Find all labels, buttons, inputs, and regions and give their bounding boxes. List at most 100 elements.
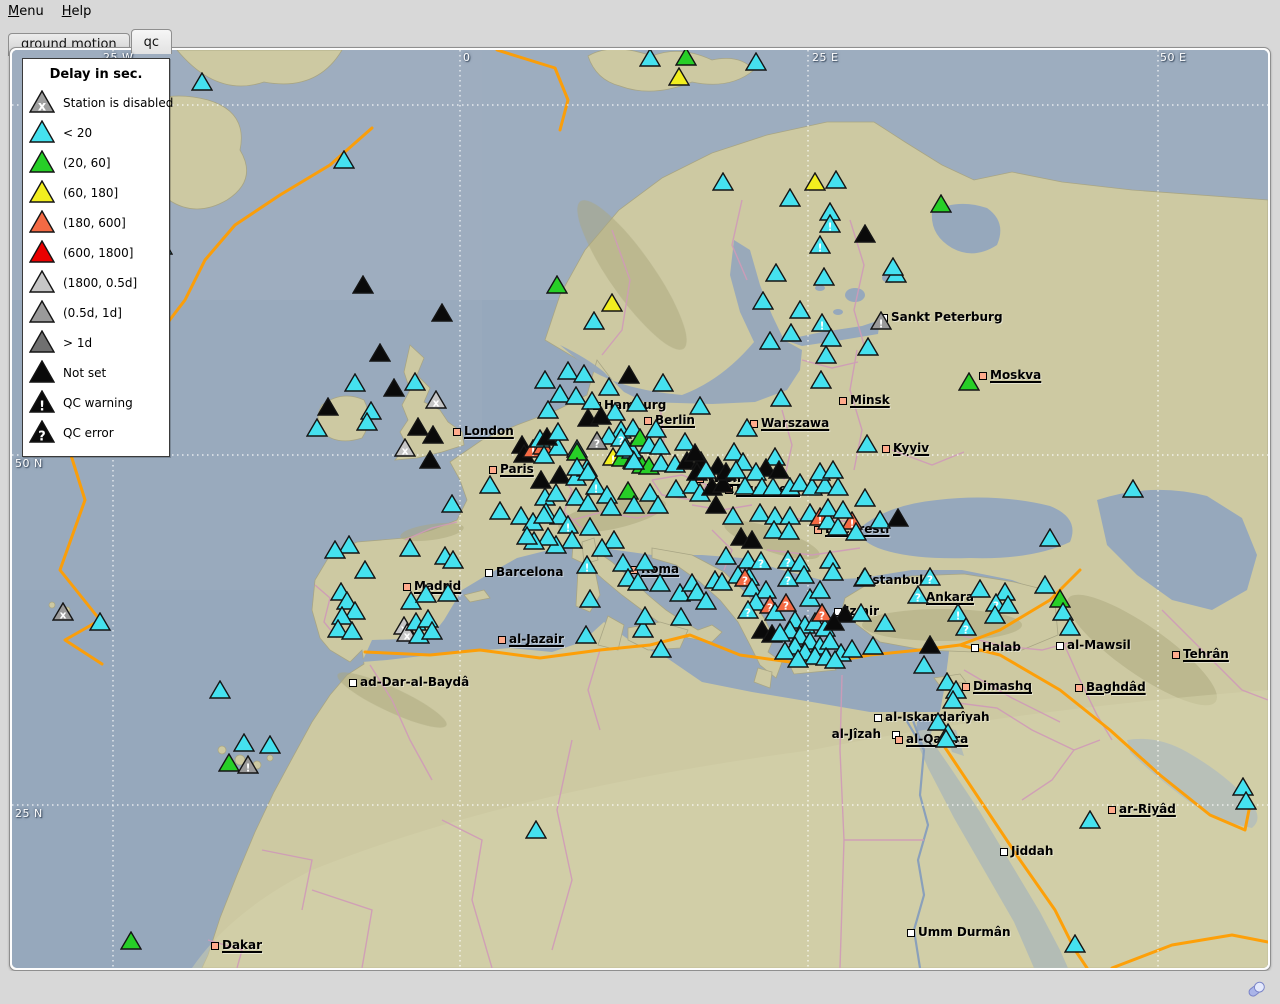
- station-marker[interactable]: [804, 172, 826, 191]
- station-marker[interactable]: [209, 680, 231, 699]
- menu-item-menu[interactable]: Menu: [0, 1, 54, 22]
- station-marker[interactable]: [815, 345, 837, 364]
- station-marker[interactable]: [689, 396, 711, 415]
- station-marker[interactable]: [1235, 791, 1257, 810]
- station-marker[interactable]: [645, 419, 667, 438]
- station-marker[interactable]: [546, 275, 568, 294]
- station-marker[interactable]: [711, 572, 733, 591]
- station-marker[interactable]: [354, 560, 376, 579]
- station-marker[interactable]: [441, 494, 463, 513]
- station-marker[interactable]: [913, 655, 935, 674]
- station-marker[interactable]: [825, 170, 847, 189]
- station-marker[interactable]: !: [870, 311, 892, 330]
- station-marker[interactable]: [930, 194, 952, 213]
- station-marker[interactable]: [415, 584, 437, 603]
- station-marker[interactable]: x: [394, 438, 416, 457]
- station-marker[interactable]: [832, 500, 854, 519]
- station-marker[interactable]: [770, 388, 792, 407]
- station-marker[interactable]: [233, 733, 255, 752]
- station-marker[interactable]: [882, 257, 904, 276]
- station-marker[interactable]: ?: [919, 567, 941, 586]
- station-marker[interactable]: [1122, 479, 1144, 498]
- station-marker[interactable]: [306, 418, 328, 437]
- station-marker[interactable]: [695, 460, 717, 479]
- station-marker[interactable]: [810, 370, 832, 389]
- station-marker[interactable]: [841, 639, 863, 658]
- station-marker[interactable]: [591, 538, 613, 557]
- station-marker[interactable]: [778, 521, 800, 540]
- station-marker[interactable]: !: [809, 235, 831, 254]
- station-marker[interactable]: [1064, 934, 1086, 953]
- station-marker[interactable]: [623, 451, 645, 470]
- station-marker[interactable]: [341, 621, 363, 640]
- size-grip-icon[interactable]: [1246, 979, 1268, 999]
- station-marker[interactable]: ?: [955, 617, 977, 636]
- station-marker[interactable]: [715, 546, 737, 565]
- station-marker[interactable]: x: [425, 390, 447, 409]
- station-marker[interactable]: [856, 434, 878, 453]
- station-marker[interactable]: [419, 450, 441, 469]
- station-marker[interactable]: [627, 572, 649, 591]
- station-marker[interactable]: [759, 331, 781, 350]
- station-marker[interactable]: [712, 172, 734, 191]
- station-marker[interactable]: [670, 607, 692, 626]
- station-marker[interactable]: [431, 303, 453, 322]
- station-marker[interactable]: [547, 422, 569, 441]
- station-marker[interactable]: [887, 508, 909, 527]
- station-marker[interactable]: [822, 562, 844, 581]
- station-marker[interactable]: [789, 300, 811, 319]
- station-marker[interactable]: [191, 72, 213, 91]
- station-marker[interactable]: [854, 224, 876, 243]
- station-marker[interactable]: [344, 373, 366, 392]
- station-marker[interactable]: [525, 820, 547, 839]
- station-marker[interactable]: [779, 188, 801, 207]
- station-marker[interactable]: [579, 589, 601, 608]
- station-marker[interactable]: [787, 649, 809, 668]
- station-marker[interactable]: [516, 526, 538, 545]
- station-marker[interactable]: [533, 505, 555, 524]
- station-marker[interactable]: [919, 635, 941, 654]
- station-marker[interactable]: [1059, 617, 1081, 636]
- station-marker[interactable]: [317, 397, 339, 416]
- station-marker[interactable]: [618, 365, 640, 384]
- station-marker[interactable]: !: [237, 755, 259, 774]
- station-marker[interactable]: [736, 418, 758, 437]
- station-marker[interactable]: !: [819, 214, 841, 233]
- station-marker[interactable]: [845, 522, 867, 541]
- station-marker[interactable]: [1039, 528, 1061, 547]
- map-canvas[interactable]: 25 W025 E50 E50 N25 N London Paris Madri…: [12, 50, 1268, 968]
- station-marker[interactable]: [675, 50, 697, 66]
- station-marker[interactable]: [399, 538, 421, 557]
- station-marker[interactable]: [854, 567, 876, 586]
- station-marker[interactable]: [780, 323, 802, 342]
- station-marker[interactable]: [590, 406, 612, 425]
- station-marker[interactable]: [809, 580, 831, 599]
- station-marker[interactable]: [442, 550, 464, 569]
- station-marker[interactable]: [479, 475, 501, 494]
- station-marker[interactable]: [752, 291, 774, 310]
- station-marker[interactable]: [942, 690, 964, 709]
- station-marker[interactable]: [935, 729, 957, 748]
- station-marker[interactable]: [356, 412, 378, 431]
- station-marker[interactable]: [537, 400, 559, 419]
- station-marker[interactable]: ?: [777, 568, 799, 587]
- station-marker[interactable]: [862, 636, 884, 655]
- station-marker[interactable]: x: [52, 602, 74, 621]
- station-marker[interactable]: [404, 372, 426, 391]
- station-marker[interactable]: [383, 378, 405, 397]
- station-marker[interactable]: [421, 621, 443, 640]
- station-marker[interactable]: [857, 337, 879, 356]
- station-marker[interactable]: [650, 639, 672, 658]
- station-marker[interactable]: !: [576, 555, 598, 574]
- station-marker[interactable]: [649, 573, 671, 592]
- station-marker[interactable]: [695, 591, 717, 610]
- station-marker[interactable]: [583, 311, 605, 330]
- station-marker[interactable]: [598, 377, 620, 396]
- station-marker[interactable]: [573, 364, 595, 383]
- station-marker[interactable]: [634, 606, 656, 625]
- station-marker[interactable]: [489, 501, 511, 520]
- station-marker[interactable]: [545, 483, 567, 502]
- station-marker[interactable]: [601, 293, 623, 312]
- station-marker[interactable]: [533, 445, 555, 464]
- station-marker[interactable]: [850, 603, 872, 622]
